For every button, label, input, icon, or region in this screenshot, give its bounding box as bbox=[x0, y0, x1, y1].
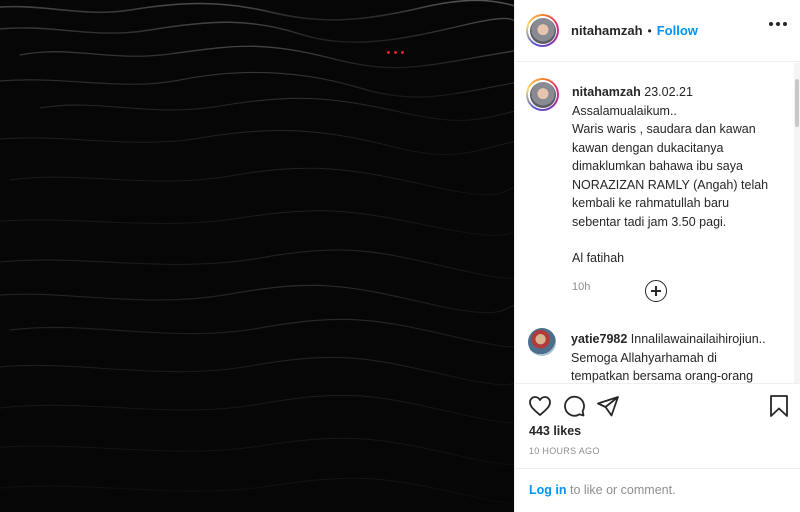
caption-time[interactable]: 10h bbox=[572, 278, 782, 297]
plus-circle-icon[interactable] bbox=[645, 280, 667, 302]
dark-water-image bbox=[0, 0, 514, 512]
commenter-avatar[interactable] bbox=[528, 328, 556, 356]
caption-line: NORAZIZAN RAMLY (Angah) telah bbox=[572, 177, 769, 192]
post-media[interactable] bbox=[0, 0, 514, 512]
comments-scrollbar[interactable] bbox=[794, 63, 800, 383]
caption-line: dimaklumkan bahawa ibu saya bbox=[572, 159, 743, 173]
comments-section[interactable]: nitahamzah 23.02.21 Assalamualaikum.. Wa… bbox=[515, 63, 800, 383]
post-timestamp[interactable]: 10 HOURS AGO bbox=[529, 446, 600, 456]
paper-plane-icon[interactable] bbox=[596, 394, 620, 418]
login-link[interactable]: Log in bbox=[529, 483, 567, 497]
caption-line: kembali ke rahmatullah baru bbox=[572, 196, 730, 210]
commenter-username[interactable]: yatie7982 bbox=[571, 332, 627, 346]
comment-text: yatie7982 Innalilawainailaihirojiun.. Se… bbox=[571, 330, 786, 383]
caption-line: kawan dengan dukacitanya bbox=[572, 140, 724, 155]
caption-closing: Al fatihah bbox=[572, 251, 625, 265]
comment-line: tempatkan bersama orang-orang bbox=[571, 369, 754, 383]
caption-username[interactable]: nitahamzah bbox=[572, 85, 641, 99]
comment-line: Semoga Allahyarhamah di bbox=[571, 350, 717, 365]
media-dots-decoration bbox=[387, 51, 404, 54]
comment-first-line: Innalilawainailaihirojiun.. bbox=[627, 332, 766, 346]
caption-line: Waris waris , saudara dan kawan bbox=[572, 122, 756, 136]
header-separator: • bbox=[647, 23, 652, 38]
caption-date: 23.02.21 bbox=[640, 85, 693, 99]
comment-bubble-icon[interactable] bbox=[562, 394, 586, 418]
caption-line: Assalamualaikum.. bbox=[572, 103, 677, 118]
author-avatar[interactable] bbox=[526, 14, 559, 47]
post-header: nitahamzah • Follow bbox=[515, 0, 800, 62]
login-prompt: Log in to like or comment. bbox=[515, 468, 800, 512]
caption-author-avatar[interactable] bbox=[526, 78, 559, 111]
caption-text: nitahamzah 23.02.21 Assalamualaikum.. Wa… bbox=[572, 83, 782, 296]
likes-count[interactable]: 443 likes bbox=[529, 424, 581, 438]
post-actions: 443 likes 10 HOURS AGO Log in to like or… bbox=[515, 383, 800, 512]
caption-line: sebentar tadi jam 3.50 pagi. bbox=[572, 214, 727, 229]
follow-button[interactable]: Follow bbox=[657, 23, 698, 38]
post-details-panel: nitahamzah • Follow nitahamzah 23.02.21 … bbox=[514, 0, 800, 512]
author-username[interactable]: nitahamzah bbox=[571, 23, 643, 38]
more-options-icon[interactable] bbox=[769, 22, 787, 26]
bookmark-icon[interactable] bbox=[768, 394, 790, 418]
login-suffix-text: to like or comment. bbox=[566, 483, 676, 497]
heart-icon[interactable] bbox=[528, 394, 552, 418]
